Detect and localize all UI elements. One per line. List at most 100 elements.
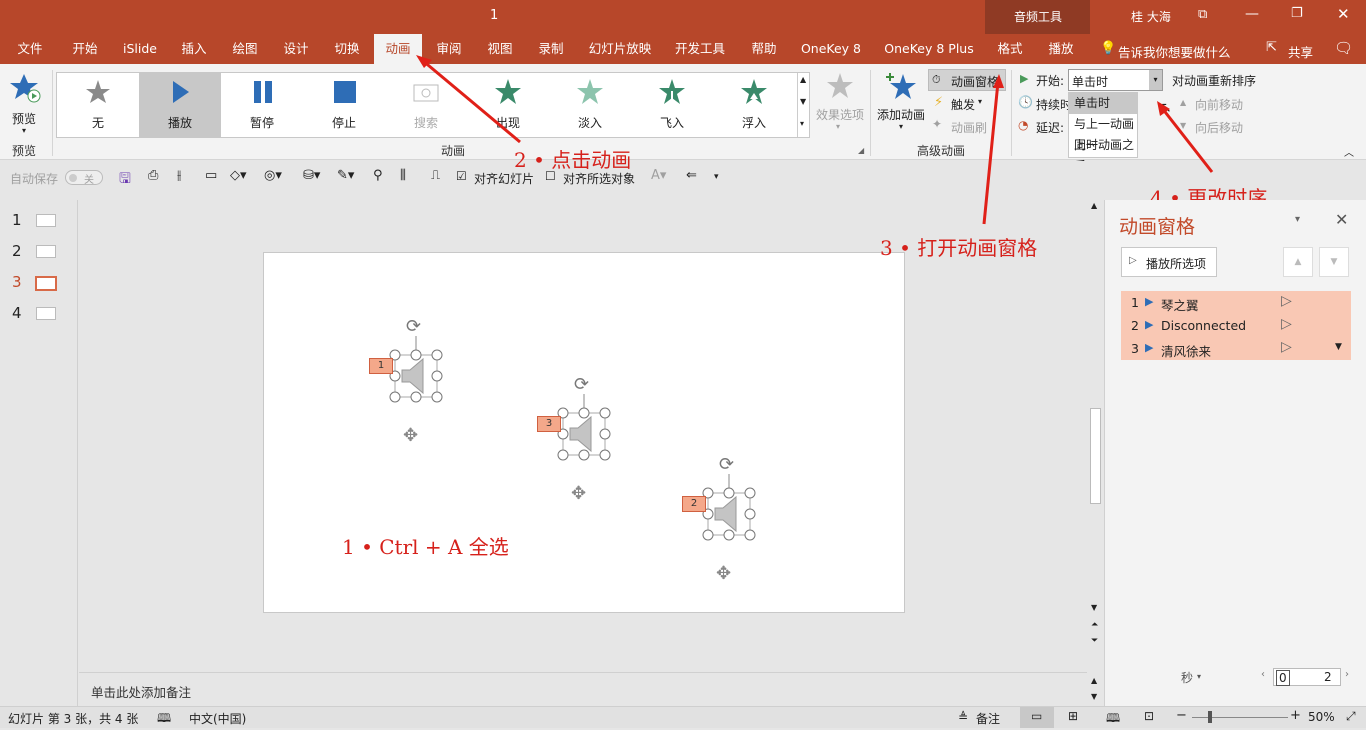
eyedropper-icon[interactable]: ⚲ [373, 168, 383, 183]
scroll-down-icon[interactable]: ▼ [1091, 603, 1097, 612]
anim-none[interactable]: 无 [57, 73, 139, 137]
zoom-slider-thumb[interactable] [1208, 711, 1212, 723]
tab-onekey8plus[interactable]: OneKey 8 Plus [880, 34, 978, 64]
distribute-icon[interactable]: ⫼ [400, 168, 406, 183]
print-icon[interactable]: ⎙ [148, 168, 158, 183]
timeline-left-icon[interactable]: ‹ [1261, 669, 1265, 680]
add-animation-button[interactable]: 添加动画 ▾ [874, 70, 930, 138]
normal-view-icon[interactable]: ▭ [1031, 709, 1042, 723]
move-earlier-button[interactable]: 向前移动 [1195, 96, 1243, 113]
item-dropdown-icon[interactable]: ▼ [1335, 342, 1342, 352]
add-animation-dropdown-icon[interactable]: ▾ [899, 122, 903, 131]
pane-options-icon[interactable]: ▾ [1295, 214, 1300, 225]
restore-icon[interactable]: ❐ [1291, 6, 1303, 21]
merge-shapes-icon[interactable]: ◎▾ [264, 168, 282, 183]
slide-thumb-3[interactable] [35, 276, 57, 291]
tab-draw[interactable]: 绘图 [225, 34, 265, 64]
notes-area[interactable]: 单击此处添加备注 [79, 672, 1087, 706]
fit-slide-icon[interactable]: ⤢ [1346, 709, 1356, 724]
start-option[interactable]: 单击时 [1069, 93, 1137, 114]
tab-slideshow[interactable]: 幻灯片放映 [586, 34, 654, 64]
audio-object[interactable]: ⟳ ✥ [702, 454, 756, 584]
textbox-icon[interactable]: ▭ [205, 168, 217, 183]
pane-move-down-icon[interactable]: ▼ [1319, 247, 1349, 277]
animation-pane-button[interactable]: ⏱ 动画窗格 [928, 69, 1006, 91]
collapse-ribbon-icon[interactable]: ︿ [1344, 144, 1354, 159]
autosave-toggle[interactable]: 关 [65, 170, 103, 186]
sorter-view-icon[interactable]: ⊞ [1068, 709, 1078, 723]
trigger-dropdown-icon[interactable]: ▾ [978, 97, 982, 106]
tab-onekey8[interactable]: OneKey 8 [798, 34, 864, 64]
pane-move-up-icon[interactable]: ▲ [1283, 247, 1313, 277]
zoom-slider[interactable] [1192, 717, 1288, 718]
tab-insert[interactable]: 插入 [174, 34, 214, 64]
tell-me-box[interactable]: 告诉我你想要做什么 [1118, 42, 1231, 61]
tab-home[interactable]: 开始 [65, 34, 105, 64]
tab-design[interactable]: 设计 [276, 34, 316, 64]
scroll-up-icon[interactable]: ▲ [1091, 201, 1097, 210]
tab-view[interactable]: 视图 [480, 34, 520, 64]
zoom-level[interactable]: 50% [1308, 710, 1335, 724]
anim-play[interactable]: 播放 [139, 73, 221, 137]
share-icon[interactable]: ⇱ [1266, 40, 1277, 55]
tab-developer[interactable]: 开发工具 [672, 34, 728, 64]
start-option[interactable]: 与上一动画同时 [1069, 114, 1137, 152]
user-name[interactable]: 桂 大海 [1131, 8, 1171, 25]
prev-slide-icon[interactable]: ⏶ [1091, 620, 1098, 630]
font-color-icon[interactable]: A▾ [651, 168, 666, 183]
anim-fade[interactable]: 淡入 [549, 73, 631, 137]
animation-launcher-icon[interactable]: ◢ [858, 146, 864, 155]
gallery-down-icon[interactable]: ▼ [800, 97, 806, 106]
time-unit-chevron-icon[interactable]: ▾ [1197, 672, 1201, 681]
align-icon[interactable]: ⎍ [431, 168, 440, 183]
align-slide-checkbox[interactable]: ☑ [456, 169, 467, 183]
tab-transitions[interactable]: 切换 [327, 34, 367, 64]
preview-button[interactable]: 预览 ▾ [4, 68, 48, 138]
animation-painter-button[interactable]: 动画刷 [951, 119, 987, 136]
preview-dropdown-icon[interactable]: ▾ [22, 126, 26, 135]
tab-islide[interactable]: iSlide [118, 34, 162, 64]
slide-thumb-4[interactable] [36, 307, 56, 320]
notes-toggle[interactable]: 备注 [976, 710, 1000, 727]
tab-review[interactable]: 审阅 [429, 34, 469, 64]
slide-thumb-1[interactable] [36, 214, 56, 227]
start-select-chevron-icon[interactable]: ▾ [1149, 70, 1162, 90]
notes-scroll-up-icon[interactable]: ▲ [1091, 676, 1097, 685]
gallery-up-icon[interactable]: ▲ [800, 75, 806, 84]
tab-file[interactable]: 文件 [10, 34, 50, 64]
timeline-right-icon[interactable]: › [1345, 669, 1349, 680]
time-unit-select[interactable]: 秒 [1181, 669, 1193, 686]
next-slide-icon[interactable]: ⏷ [1091, 636, 1098, 646]
audio-object[interactable]: ⟳ ✥ [389, 316, 443, 446]
audio-object[interactable]: ⟳ ✥ [557, 374, 611, 504]
reading-view-icon[interactable]: 🕮 [1106, 709, 1120, 730]
close-icon[interactable]: ✕ [1337, 5, 1350, 23]
fill-icon[interactable]: ⛁▾ [303, 168, 320, 183]
ribbon-display-icon[interactable]: ⧉ [1198, 7, 1207, 22]
tab-playback[interactable]: 播放 [1041, 34, 1081, 64]
save-icon[interactable]: 🖫 [119, 168, 131, 192]
anim-float-in[interactable]: 浮入 [713, 73, 795, 137]
tab-format[interactable]: 格式 [990, 34, 1030, 64]
pane-close-icon[interactable]: ✕ [1335, 210, 1348, 229]
slideshow-view-icon[interactable]: ⊡ [1144, 709, 1154, 723]
start-select[interactable]: 单击时 ▾ [1068, 69, 1163, 91]
language-indicator[interactable]: 中文(中国) [189, 710, 246, 727]
start-option[interactable]: 上一动画之后 [1069, 135, 1137, 173]
zoom-in-icon[interactable]: + [1290, 708, 1301, 723]
scroll-thumb[interactable] [1090, 408, 1101, 504]
slide-scrollbar[interactable]: ▲ ▼ ⏶ ⏷ ▲ ▼ [1087, 200, 1104, 706]
animation-item[interactable]: 2 ▶ Disconnected ▷ [1121, 314, 1351, 337]
spelling-icon[interactable]: 🕮 [157, 709, 171, 730]
notes-scroll-down-icon[interactable]: ▼ [1091, 692, 1097, 701]
anim-stop[interactable]: 停止 [303, 73, 385, 137]
gallery-more-icon[interactable]: ▾ [800, 119, 804, 128]
animation-item[interactable]: 3 ▶ 清风徐来 ▷ ▼ [1121, 337, 1351, 360]
gallery-scroll[interactable]: ▲ ▼ ▾ [797, 73, 810, 137]
customize-qat-icon[interactable]: ▾ [714, 172, 719, 182]
play-selected-button[interactable]: ▷ 播放所选项 [1121, 247, 1217, 277]
tab-animations[interactable]: 动画 [374, 34, 422, 64]
anim-fly-in[interactable]: 飞入 [631, 73, 713, 137]
anim-appear[interactable]: 出现 [467, 73, 549, 137]
move-later-button[interactable]: 向后移动 [1195, 119, 1243, 136]
